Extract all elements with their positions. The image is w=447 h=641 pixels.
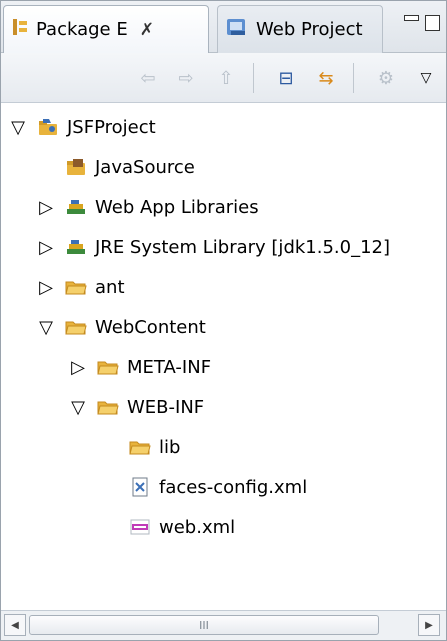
- web-project-icon: [226, 17, 248, 42]
- project-tree: ▽ JSFProject JavaSource ▷ Web App Librar…: [1, 104, 446, 609]
- tab-package-explorer[interactable]: Package E ✗: [3, 5, 209, 53]
- toolbar-separator: [353, 63, 354, 93]
- source-folder-icon: [65, 157, 87, 177]
- scroll-right-button[interactable]: ▶: [418, 614, 440, 636]
- tree-item-jre-system-library[interactable]: ▷ JRE System Library [jdk1.5.0_12]: [37, 227, 390, 267]
- expand-icon[interactable]: ▷: [37, 237, 55, 258]
- tree-item-label: JRE System Library [jdk1.5.0_12]: [95, 236, 391, 258]
- collapse-icon[interactable]: ▽: [69, 397, 87, 418]
- tree-item-web-inf[interactable]: ▽ WEB-INF: [69, 387, 204, 427]
- folder-icon: [129, 437, 151, 457]
- back-button[interactable]: ⇦: [135, 65, 161, 91]
- view-tab-bar: Package E ✗ Web Project: [1, 1, 446, 53]
- maximize-button[interactable]: [425, 15, 440, 31]
- tree-item-label: ant: [95, 276, 125, 298]
- twisty-placeholder: [101, 518, 119, 536]
- package-explorer-view: Package E ✗ Web Project ⇦ ⇨ ⇧ ⊟ ⇆ ⚙ ▽ ▽ …: [0, 0, 447, 641]
- expand-icon[interactable]: ▷: [69, 357, 87, 378]
- folder-icon: [97, 397, 119, 417]
- twisty-placeholder: [101, 478, 119, 496]
- toolbar-separator: [253, 63, 254, 93]
- horizontal-scrollbar[interactable]: ◀ III ▶: [1, 610, 446, 640]
- expand-icon[interactable]: ▷: [37, 277, 55, 298]
- close-tab-icon[interactable]: ✗: [140, 20, 154, 40]
- tab-label: Web Project: [256, 19, 363, 40]
- tree-item-label: JavaSource: [95, 156, 195, 178]
- tree-item-label: WEB-INF: [127, 396, 205, 418]
- tree-item-web-xml[interactable]: web.xml: [101, 507, 235, 547]
- collapse-icon[interactable]: ▽: [37, 317, 55, 338]
- tree-item-meta-inf[interactable]: ▷ META-INF: [69, 347, 211, 387]
- link-with-editor-button[interactable]: ⇆: [313, 65, 339, 91]
- up-button[interactable]: ⇧: [213, 65, 239, 91]
- folder-icon: [97, 357, 119, 377]
- tree-item-label: WebContent: [95, 316, 206, 338]
- tree-item-label: Web App Libraries: [95, 196, 259, 218]
- tree-item-ant[interactable]: ▷ ant: [37, 267, 125, 307]
- folder-icon: [65, 317, 87, 337]
- tree-item-web-app-libraries[interactable]: ▷ Web App Libraries: [37, 187, 259, 227]
- tab-web-project[interactable]: Web Project: [217, 5, 383, 53]
- package-explorer-icon: [12, 18, 28, 41]
- expand-icon[interactable]: ▷: [37, 197, 55, 218]
- tree-item-label: faces-config.xml: [159, 476, 308, 498]
- tree-item-label: web.xml: [159, 516, 236, 538]
- project-icon: [37, 117, 59, 137]
- tree-item-label: lib: [159, 436, 181, 458]
- library-icon: [65, 197, 87, 217]
- tree-item-javasource[interactable]: JavaSource: [37, 147, 195, 187]
- tree-item-label: JSFProject: [67, 116, 156, 138]
- scroll-left-button[interactable]: ◀: [4, 614, 26, 636]
- filters-button[interactable]: ⚙: [373, 65, 399, 91]
- collapse-all-button[interactable]: ⊟: [273, 65, 299, 91]
- forward-button[interactable]: ⇨: [173, 65, 199, 91]
- tree-item-jsfproject[interactable]: ▽ JSFProject: [9, 107, 156, 147]
- twisty-placeholder: [101, 438, 119, 456]
- view-menu-button[interactable]: ▽: [413, 65, 439, 91]
- tree-item-webcontent[interactable]: ▽ WebContent: [37, 307, 206, 347]
- tree-item-label: META-INF: [127, 356, 212, 378]
- twisty-placeholder: [37, 158, 55, 176]
- tab-label: Package E: [36, 19, 128, 40]
- folder-icon: [65, 277, 87, 297]
- web-xml-icon: [129, 517, 151, 537]
- grip-icon: III: [199, 618, 209, 632]
- tree-item-lib[interactable]: lib: [101, 427, 180, 467]
- view-toolbar: ⇦ ⇨ ⇧ ⊟ ⇆ ⚙ ▽: [1, 53, 446, 103]
- xml-file-icon: [129, 477, 151, 497]
- library-icon: [65, 237, 87, 257]
- scrollbar-thumb[interactable]: III: [29, 615, 379, 635]
- tree-item-faces-config[interactable]: faces-config.xml: [101, 467, 307, 507]
- collapse-icon[interactable]: ▽: [9, 117, 27, 138]
- minimize-button[interactable]: [404, 15, 419, 21]
